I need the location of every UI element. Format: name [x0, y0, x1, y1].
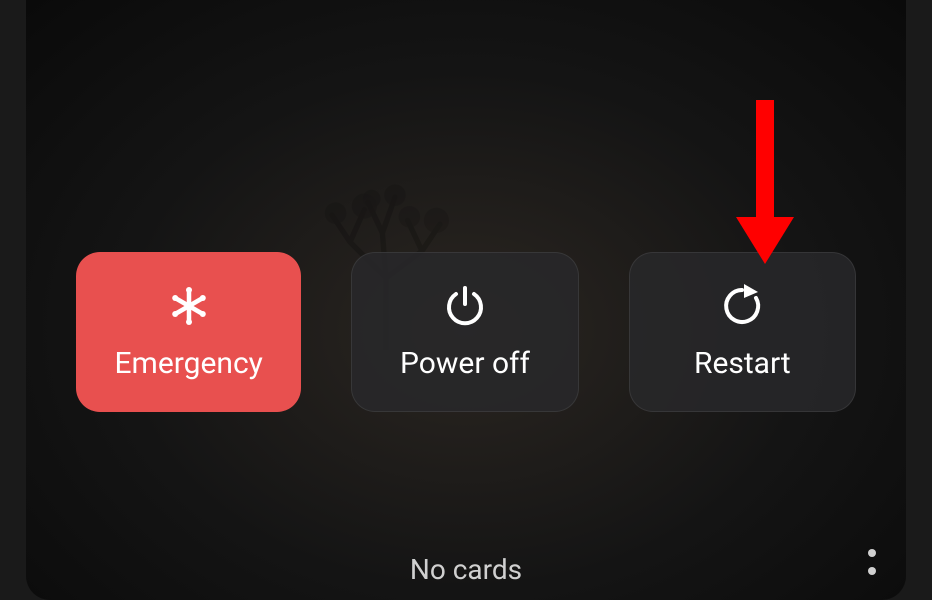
- bottom-bar: No cards: [26, 553, 906, 586]
- restart-icon: [720, 284, 764, 328]
- medical-asterisk-icon: [167, 284, 211, 328]
- power-button-row: Emergency Power off Restart: [76, 252, 856, 412]
- no-cards-label: No cards: [410, 553, 522, 586]
- restart-label: Restart: [694, 346, 791, 381]
- restart-button[interactable]: Restart: [629, 252, 856, 412]
- power-icon: [443, 284, 487, 328]
- dot-icon: [868, 567, 876, 575]
- emergency-label: Emergency: [114, 346, 262, 381]
- more-options-button[interactable]: [860, 542, 884, 582]
- power-off-label: Power off: [400, 346, 530, 381]
- power-off-button[interactable]: Power off: [351, 252, 578, 412]
- power-menu-screen: Emergency Power off Restart No cards: [26, 0, 906, 600]
- dot-icon: [868, 549, 876, 557]
- emergency-button[interactable]: Emergency: [76, 252, 301, 412]
